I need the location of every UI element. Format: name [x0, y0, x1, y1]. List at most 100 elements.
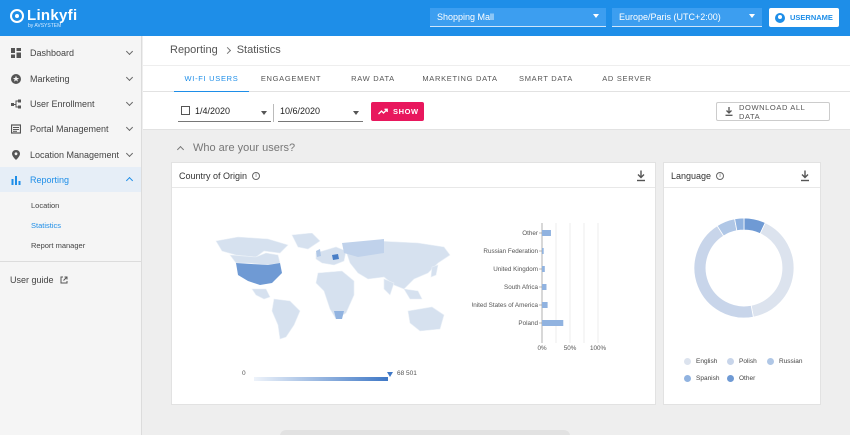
- sidebar-subitem-location[interactable]: Location: [31, 201, 59, 210]
- map-region-poland: [332, 254, 339, 260]
- map-region-north-america-north: [215, 236, 289, 258]
- bar-russian-federation[interactable]: [542, 248, 544, 254]
- chevron-down-icon: [125, 73, 134, 82]
- world-map: [215, 233, 451, 340]
- category-label: Other: [522, 230, 538, 237]
- chevron-up-icon: [176, 145, 185, 154]
- language-donut-chart: [693, 217, 795, 319]
- category-label: United States of America: [472, 302, 538, 309]
- download-icon[interactable]: [636, 170, 646, 182]
- bar-other[interactable]: [542, 230, 551, 236]
- sidebar-item-dashboard[interactable]: Dashboard: [0, 40, 141, 65]
- portal-icon: [11, 123, 21, 134]
- legend-item-polish[interactable]: Polish: [727, 358, 757, 365]
- category-label: Russian Federation: [483, 248, 538, 255]
- tab-marketing-data[interactable]: MARKETING DATA: [420, 66, 500, 93]
- tab-raw-data[interactable]: RAW DATA: [342, 66, 404, 93]
- sidebar-item-label: Dashboard: [30, 47, 75, 58]
- divider: [0, 261, 141, 262]
- legend-item-spanish[interactable]: Spanish: [684, 375, 720, 382]
- date-from-picker[interactable]: 1/4/2020: [178, 103, 271, 122]
- legend-item-english[interactable]: English: [684, 358, 717, 365]
- sidebar-item-label: User Enrollment: [30, 98, 95, 109]
- sidebar-item-location-management[interactable]: Location Management: [0, 142, 141, 167]
- date-to-picker[interactable]: 10/6/2020: [278, 103, 363, 122]
- chevron-down-icon: [353, 111, 359, 115]
- map-region-usa: [236, 263, 282, 285]
- tab-engagement[interactable]: ENGAGEMENT: [256, 66, 326, 93]
- map-region-japan: [430, 264, 439, 278]
- category-label: Poland: [518, 320, 538, 327]
- date-to-value: 10/6/2020: [280, 106, 321, 116]
- bar-united-kingdom[interactable]: [542, 266, 545, 272]
- chevron-right-icon: [223, 46, 231, 54]
- map-region-mexico: [251, 288, 271, 300]
- star-badge-icon: [11, 73, 21, 84]
- section-header[interactable]: Who are your users?: [176, 142, 296, 154]
- sidebar-item-user-enrollment[interactable]: User Enrollment: [0, 91, 141, 116]
- app-logo[interactable]: Linkyfi: [10, 7, 77, 24]
- sidebar-item-label: Location Management: [30, 149, 120, 160]
- venue-select-value: Shopping Mall: [437, 12, 495, 22]
- sidebar-subitem-report-manager[interactable]: Report manager: [31, 241, 85, 250]
- download-all-label: DOWNLOAD ALL DATA: [739, 102, 806, 121]
- legend-label: English: [696, 358, 718, 365]
- tab-wifi-users[interactable]: WI-FI USERS: [174, 66, 249, 93]
- legend-item-other[interactable]: Other: [727, 375, 755, 382]
- info-icon[interactable]: i: [716, 172, 725, 180]
- filter-bar: 1/4/2020 10/6/2020 SHOW DOWNLOAD ALL DAT…: [143, 92, 850, 130]
- sidebar-item-portal-management[interactable]: Portal Management: [0, 116, 141, 141]
- chevron-down-icon: [125, 123, 134, 132]
- card-title: Country of Origin i: [179, 171, 261, 181]
- slice-polish[interactable]: [693, 225, 754, 319]
- username-label: USERNAME: [790, 13, 833, 22]
- legend-label: Polish: [739, 358, 757, 365]
- language-card: Language i English Polish Russian Spanish Ot…: [663, 162, 821, 405]
- sidebar-subitem-statistics[interactable]: Statistics: [31, 221, 61, 230]
- breadcrumb-parent[interactable]: Reporting: [170, 44, 218, 56]
- divider: [273, 104, 274, 122]
- bar-south-africa[interactable]: [542, 284, 547, 290]
- sidebar-item-marketing[interactable]: Marketing: [0, 66, 141, 91]
- info-icon[interactable]: i: [252, 172, 261, 180]
- bar-united-states-of-america[interactable]: [542, 302, 548, 308]
- timezone-select-value: Europe/Paris (UTC+2:00): [619, 12, 721, 22]
- dashboard-icon: [11, 47, 21, 58]
- share-icon: [11, 99, 21, 108]
- legend-swatch: [727, 375, 734, 382]
- chevron-down-icon: [749, 14, 755, 18]
- download-all-button[interactable]: DOWNLOAD ALL DATA: [716, 102, 830, 121]
- tab-ad-server[interactable]: AD SERVER: [597, 66, 657, 93]
- download-icon[interactable]: [800, 170, 810, 182]
- chart-bars: [542, 230, 564, 326]
- map-region-south-america: [271, 298, 301, 340]
- legend-label: Other: [739, 375, 756, 382]
- map-region-greenland: [291, 233, 321, 250]
- x-tick-label: 0%: [537, 345, 547, 352]
- venue-select[interactable]: Shopping Mall: [430, 8, 606, 27]
- bar-poland[interactable]: [542, 320, 564, 326]
- show-button[interactable]: SHOW: [371, 102, 424, 121]
- legend-swatch: [767, 358, 774, 365]
- user-guide-link[interactable]: User guide: [10, 275, 68, 285]
- user-menu-button[interactable]: USERNAME: [769, 8, 839, 27]
- top-bar: Linkyfi by AVSYSTEM Shopping Mall Europe…: [0, 0, 850, 36]
- tab-bar: WI-FI USERS ENGAGEMENT RAW DATA MARKETIN…: [143, 65, 850, 93]
- timezone-select[interactable]: Europe/Paris (UTC+2:00): [612, 8, 762, 27]
- next-section-edge: [280, 430, 570, 435]
- scale-min-label: 0: [242, 370, 246, 377]
- sidebar-item-reporting[interactable]: Reporting: [0, 167, 141, 192]
- user-guide-label: User guide: [10, 275, 54, 285]
- slice-english[interactable]: [750, 222, 795, 318]
- map-region-southeast-asia: [403, 288, 423, 300]
- section-title: Who are your users?: [193, 142, 296, 154]
- scale-max-label: 68 501: [397, 370, 417, 377]
- scale-marker-icon: [387, 372, 393, 377]
- legend-item-russian[interactable]: Russian: [767, 358, 802, 365]
- main-header: Reporting Statistics WI-FI USERS ENGAGEM…: [143, 36, 850, 93]
- tab-smart-data[interactable]: SMART DATA: [514, 66, 578, 93]
- chevron-down-icon: [593, 14, 599, 18]
- country-bar-chart: Other Russian Federation United Kingdom Sou…: [472, 223, 606, 352]
- category-label: United Kingdom: [493, 266, 538, 273]
- card-title: Language i: [671, 171, 725, 181]
